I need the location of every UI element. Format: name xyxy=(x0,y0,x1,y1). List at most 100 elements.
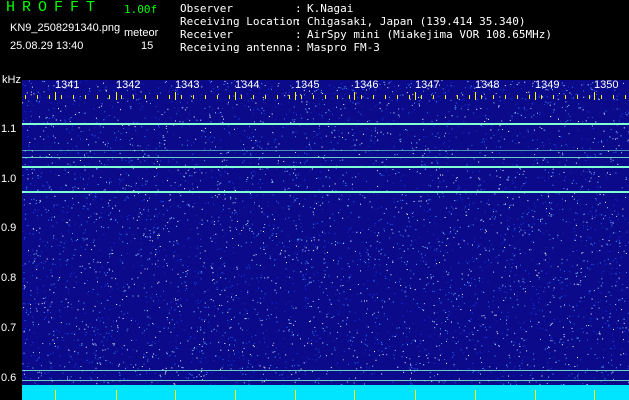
x-minor-tick xyxy=(193,95,194,99)
meta-key: Receiving Location xyxy=(180,15,300,28)
x-tick-label: 1345 xyxy=(295,79,320,91)
app-name: HROFFT xyxy=(6,0,103,16)
x-minor-tick xyxy=(229,95,230,99)
detection-count: 15 xyxy=(141,40,154,52)
x-tick-label: 1349 xyxy=(535,79,560,91)
x-minor-tick xyxy=(97,95,98,99)
meta-sep: : xyxy=(295,28,302,41)
x-minor-tick xyxy=(61,95,62,99)
x-minor-tick xyxy=(253,95,254,99)
x-minor-tick xyxy=(445,95,446,99)
noise-field xyxy=(22,80,629,385)
header-panel: HROFFT 1.00f KN9_2508291340.png meteor 2… xyxy=(0,0,629,80)
y-tick-label: 0.7 xyxy=(1,322,17,334)
x-minor-tick xyxy=(361,95,362,99)
meta-row-receiver: Receiver : AirSpy mini (Miakejima VOR 10… xyxy=(180,28,552,41)
signal-line xyxy=(22,166,629,168)
x-tick-label: 1341 xyxy=(55,79,80,91)
x-minor-tick xyxy=(337,95,338,99)
signal-line xyxy=(22,123,629,125)
signal-line xyxy=(22,191,629,193)
y-tick-label: 1.1 xyxy=(1,123,17,135)
x-tick-label: 1348 xyxy=(475,79,500,91)
x-tick-label: 1344 xyxy=(235,79,260,91)
meta-sep: : xyxy=(295,15,302,28)
x-minor-tick xyxy=(517,95,518,99)
x-minor-tick xyxy=(397,95,398,99)
signal-line xyxy=(22,150,629,151)
x-minor-tick xyxy=(613,95,614,99)
x-minor-tick xyxy=(301,95,302,99)
x-minor-tick xyxy=(625,95,626,99)
x-bottom-tick xyxy=(415,390,416,400)
x-major-tick xyxy=(235,92,236,100)
x-minor-tick xyxy=(433,95,434,99)
x-minor-tick xyxy=(481,95,482,99)
x-minor-tick xyxy=(409,95,410,99)
x-minor-tick xyxy=(505,95,506,99)
x-minor-tick xyxy=(265,95,266,99)
x-bottom-tick xyxy=(475,390,476,400)
x-tick-label: 1346 xyxy=(354,79,379,91)
x-minor-tick xyxy=(37,95,38,99)
x-bottom-tick xyxy=(55,390,56,400)
version-label: 1.00f xyxy=(124,3,158,16)
x-bottom-tick xyxy=(295,390,296,400)
x-bottom-tick xyxy=(535,390,536,400)
x-bottom-tick xyxy=(116,390,117,400)
y-tick-label: 0.6 xyxy=(1,372,17,384)
x-minor-tick xyxy=(349,95,350,99)
x-bottom-tick xyxy=(235,390,236,400)
x-minor-tick xyxy=(493,95,494,99)
signal-line xyxy=(22,370,629,371)
x-minor-tick xyxy=(565,95,566,99)
x-minor-tick xyxy=(469,95,470,99)
meta-sep: : xyxy=(295,2,302,15)
x-minor-tick xyxy=(121,95,122,99)
x-tick-label: 1343 xyxy=(175,79,200,91)
y-tick-label: 0.9 xyxy=(1,222,17,234)
x-minor-tick xyxy=(289,95,290,99)
x-minor-tick xyxy=(277,95,278,99)
x-tick-label: 1347 xyxy=(415,79,440,91)
x-major-tick xyxy=(354,92,355,100)
x-major-tick xyxy=(475,92,476,100)
x-major-tick xyxy=(535,92,536,100)
meta-value: Chigasaki, Japan (139.414 35.340) xyxy=(307,15,526,28)
meta-sep: : xyxy=(295,41,302,54)
x-major-tick xyxy=(116,92,117,100)
x-tick-label: 1342 xyxy=(116,79,141,91)
meta-value: K.Nagai xyxy=(307,2,354,15)
x-major-tick xyxy=(594,92,595,100)
x-minor-tick xyxy=(325,95,326,99)
meta-key: Receiver xyxy=(180,28,233,41)
meta-row-observer: Observer : K.Nagai xyxy=(180,2,552,15)
x-minor-tick xyxy=(241,95,242,99)
file-name: KN9_2508291340.png xyxy=(10,22,121,34)
x-minor-tick xyxy=(169,95,170,99)
meta-value: Maspro FM-3 xyxy=(307,41,380,54)
x-major-tick xyxy=(415,92,416,100)
meta-row-antenna: Receiving antenna : Maspro FM-3 xyxy=(180,41,552,54)
spectrogram-background xyxy=(22,80,629,385)
x-bottom-tick xyxy=(594,390,595,400)
x-minor-tick xyxy=(49,95,50,99)
x-minor-tick xyxy=(601,95,602,99)
x-major-tick xyxy=(55,92,56,100)
noise-floor-band xyxy=(22,385,629,400)
y-axis-unit: kHz xyxy=(2,74,21,86)
x-minor-tick xyxy=(553,95,554,99)
x-minor-tick xyxy=(181,95,182,99)
x-tick-label: 1350 xyxy=(594,79,619,91)
spectrogram-plot[interactable] xyxy=(22,80,629,400)
x-minor-tick xyxy=(313,95,314,99)
meta-key: Receiving antenna xyxy=(180,41,293,54)
x-minor-tick xyxy=(457,95,458,99)
mode-label: meteor xyxy=(124,27,159,39)
x-minor-tick xyxy=(133,95,134,99)
y-tick-label: 0.8 xyxy=(1,272,17,284)
y-tick-label: 1.0 xyxy=(1,173,17,185)
x-bottom-tick xyxy=(354,390,355,400)
x-minor-tick xyxy=(529,95,530,99)
meta-value: AirSpy mini (Miakejima VOR 108.65MHz) xyxy=(307,28,553,41)
